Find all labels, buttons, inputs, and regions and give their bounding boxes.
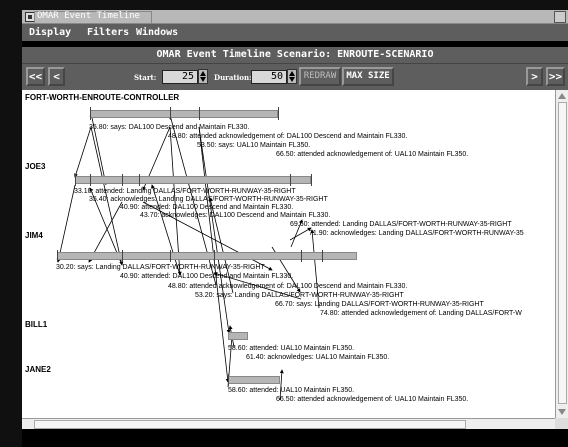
window-title: OMAR Event Timeline xyxy=(37,11,140,21)
event-label[interactable]: 43.70: acknowledges: DAL100 Descend and … xyxy=(140,212,330,220)
event-label[interactable]: 35.40: acknowledges: Landing DALLAS/FORT… xyxy=(89,196,328,204)
event-label[interactable]: 74.80: attended acknowledgement of: Land… xyxy=(320,310,522,318)
scroll-corner xyxy=(555,418,568,429)
horizontal-scroll-thumb[interactable] xyxy=(34,420,466,429)
timeline-bar-jim4[interactable] xyxy=(57,252,357,260)
horizontal-scrollbar[interactable] xyxy=(22,418,555,429)
vertical-scroll-thumb[interactable] xyxy=(558,102,567,404)
event-label[interactable]: 69.60: attended: Landing DALLAS/FORT-WOR… xyxy=(290,221,512,229)
event-tick xyxy=(90,174,91,186)
event-tick xyxy=(311,174,312,186)
event-tick xyxy=(290,174,291,186)
event-label[interactable]: 30.20: says: Landing DALLAS/FORT-WORTH-R… xyxy=(56,264,265,272)
event-tick xyxy=(75,174,76,186)
timeline-row-label-jane2: JANE2 xyxy=(25,365,51,374)
redraw-button[interactable]: REDRAW xyxy=(299,67,341,86)
timeline-bar-bill1[interactable] xyxy=(228,332,248,340)
event-tick xyxy=(90,107,91,120)
event-tick xyxy=(199,107,200,120)
event-label[interactable]: 66.50: attended acknowledgement of: UAL1… xyxy=(276,151,468,159)
event-tick xyxy=(228,374,229,386)
event-label[interactable]: 35.80: says: DAL100 Descend and Maintain… xyxy=(89,124,249,132)
start-spinner-icon[interactable] xyxy=(198,69,208,84)
prev-button[interactable]: < xyxy=(48,67,65,86)
scroll-up-icon[interactable] xyxy=(558,93,566,99)
menu-display[interactable]: Display xyxy=(29,26,71,39)
duration-spinner-icon[interactable] xyxy=(287,69,297,84)
event-label[interactable]: 58.60: attended: UAL10 Maintain FL350. xyxy=(228,345,354,353)
scenario-title: OMAR Event Timeline Scenario: ENROUTE-SC… xyxy=(22,47,568,63)
event-tick xyxy=(214,250,215,262)
menubar: Display Filters Windows xyxy=(22,24,568,41)
event-tick xyxy=(139,174,140,186)
timeline-row-label-jim4: JIM4 xyxy=(25,231,43,240)
event-label[interactable]: 58.60: attended: UAL10 Maintain FL350. xyxy=(228,387,354,395)
duration-label: Duration: xyxy=(214,73,252,82)
timeline-canvas[interactable]: FORT-WORTH-ENROUTE-CONTROLLER 35.80: say… xyxy=(22,90,555,418)
event-tick xyxy=(301,250,302,262)
timeline-row-label-joe3: JOE3 xyxy=(25,162,46,171)
event-label[interactable]: 53.50: says: UAL10 Maintain FL350. xyxy=(197,142,310,150)
event-label[interactable]: 66.50: attended acknowledgement of: UAL1… xyxy=(276,396,468,404)
event-label[interactable]: 61.40: acknowledges: UAL10 Maintain FL35… xyxy=(246,354,389,362)
window-bottom-area xyxy=(22,429,568,447)
timeline-row-label-bill1: BILL1 xyxy=(25,320,48,329)
event-tick xyxy=(170,250,171,262)
start-label: Start: xyxy=(134,73,157,82)
event-label[interactable]: 71.90: acknowledges: Landing DALLAS/FORT… xyxy=(309,230,524,238)
vertical-scrollbar[interactable] xyxy=(555,90,568,418)
event-label[interactable]: 40.90: attended: DAL100 Descend and Main… xyxy=(120,273,293,281)
toolbar: << < Start: 25 Duration: 50 REDRAW MAX S… xyxy=(22,63,568,90)
event-label[interactable]: 66.70: says: Landing DALLAS/FORT-WORTH-R… xyxy=(275,301,484,309)
timeline-bar-joe3[interactable] xyxy=(75,176,311,184)
event-tick xyxy=(170,107,171,120)
event-tick xyxy=(122,250,123,262)
next-button[interactable]: > xyxy=(526,67,543,86)
max-size-button[interactable]: MAX SIZE xyxy=(342,67,394,86)
event-tick xyxy=(322,250,323,262)
timeline-row-label-controller: FORT-WORTH-ENROUTE-CONTROLLER xyxy=(25,93,180,102)
start-input[interactable]: 25 xyxy=(162,70,198,84)
event-label[interactable]: 53.20: says: Landing DALLAS/FORT-WORTH-R… xyxy=(195,292,404,300)
event-tick xyxy=(278,107,279,120)
first-button[interactable]: << xyxy=(26,67,45,86)
last-button[interactable]: >> xyxy=(546,67,565,86)
duration-input[interactable]: 50 xyxy=(251,70,287,84)
event-tick xyxy=(122,174,123,186)
event-label[interactable]: 48.80: attended acknowledgement of: DAL1… xyxy=(168,133,407,141)
scroll-down-icon[interactable] xyxy=(558,409,566,415)
timeline-bar-jane2[interactable] xyxy=(228,376,280,384)
menu-windows[interactable]: Windows xyxy=(136,26,178,39)
omar-window: OMAR Event Timeline Display Filters Wind… xyxy=(22,10,568,447)
event-label[interactable]: 48.80: attended acknowledgement of: DAL1… xyxy=(168,283,407,291)
menu-filters[interactable]: Filters xyxy=(87,26,129,39)
window-maximize-icon[interactable] xyxy=(554,11,566,23)
event-tick xyxy=(57,250,58,262)
event-label[interactable]: 33.10: attended: Landing DALLAS/FORT-WOR… xyxy=(74,188,296,196)
event-label[interactable]: 40.90: attended: DAL100 Descend and Main… xyxy=(120,204,293,212)
timeline-bar-controller[interactable] xyxy=(90,110,278,118)
window-titlebar[interactable]: OMAR Event Timeline xyxy=(22,10,568,24)
